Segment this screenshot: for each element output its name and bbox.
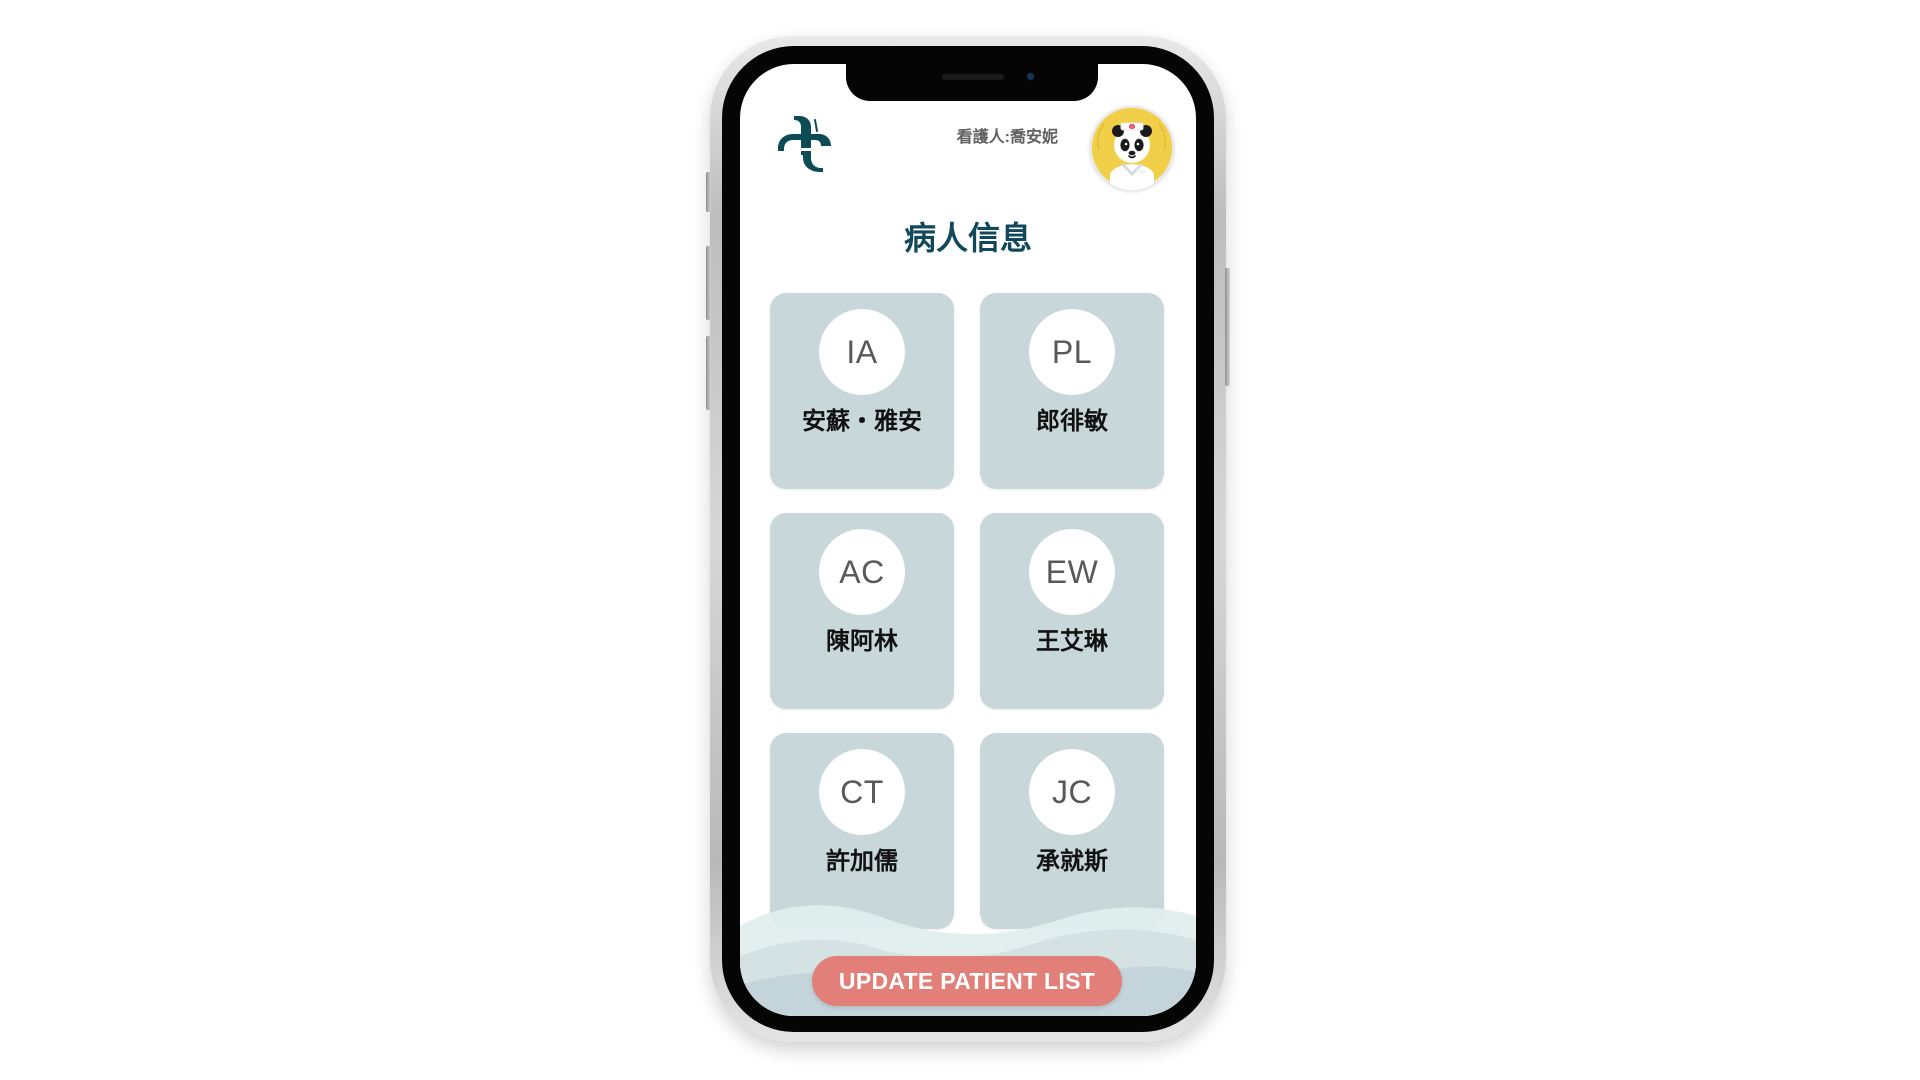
phone-notch bbox=[846, 64, 1098, 101]
app-stage: 看護人:喬安妮 病人信息 IA 安蘇・雅安 PL 郎徘敏 AC 陳阿林 EW 王… bbox=[0, 0, 1920, 1080]
front-camera-icon bbox=[1027, 73, 1034, 80]
phone-screen: 看護人:喬安妮 病人信息 IA 安蘇・雅安 PL 郎徘敏 AC 陳阿林 EW 王… bbox=[740, 64, 1196, 1016]
panda-nurse-icon bbox=[1092, 108, 1172, 190]
patient-card[interactable]: AC 陳阿林 bbox=[770, 513, 954, 709]
patient-initials-avatar: AC bbox=[819, 529, 905, 615]
patient-card[interactable]: PL 郎徘敏 bbox=[980, 293, 1164, 489]
patient-initials-avatar: EW bbox=[1029, 529, 1115, 615]
phone-frame: 看護人:喬安妮 病人信息 IA 安蘇・雅安 PL 郎徘敏 AC 陳阿林 EW 王… bbox=[706, 36, 1230, 1042]
patient-name: 陳阿林 bbox=[826, 628, 898, 655]
patient-grid: IA 安蘇・雅安 PL 郎徘敏 AC 陳阿林 EW 王艾琳 CT 許加儒 JC … bbox=[770, 293, 1166, 929]
patient-name: 承就斯 bbox=[1036, 848, 1108, 875]
patient-card[interactable]: CT 許加儒 bbox=[770, 733, 954, 929]
patient-initials-avatar: JC bbox=[1029, 749, 1115, 835]
update-patient-list-button[interactable]: UPDATE PATIENT LIST bbox=[812, 956, 1122, 1006]
patient-initials-avatar: CT bbox=[819, 749, 905, 835]
patient-initials-avatar: PL bbox=[1029, 309, 1115, 395]
mute-switch bbox=[706, 172, 711, 212]
patient-name: 王艾琳 bbox=[1036, 628, 1108, 655]
volume-up-button bbox=[706, 246, 711, 320]
patient-card[interactable]: IA 安蘇・雅安 bbox=[770, 293, 954, 489]
patient-card[interactable]: EW 王艾琳 bbox=[980, 513, 1164, 709]
page-title: 病人信息 bbox=[903, 220, 1032, 256]
patient-name: 安蘇・雅安 bbox=[802, 408, 922, 435]
patient-name: 郎徘敏 bbox=[1036, 408, 1108, 435]
panda-nurse-avatar[interactable] bbox=[1090, 106, 1174, 190]
patient-initials-avatar: IA bbox=[819, 309, 905, 395]
medical-cross-logo-icon bbox=[776, 112, 836, 172]
power-button bbox=[1225, 268, 1230, 386]
caregiver-label: 看護人:喬安妮 bbox=[956, 129, 1058, 146]
speaker-grille bbox=[942, 74, 1004, 80]
patient-card[interactable]: JC 承就斯 bbox=[980, 733, 1164, 929]
patient-name: 許加儒 bbox=[826, 848, 898, 875]
volume-down-button bbox=[706, 336, 711, 410]
